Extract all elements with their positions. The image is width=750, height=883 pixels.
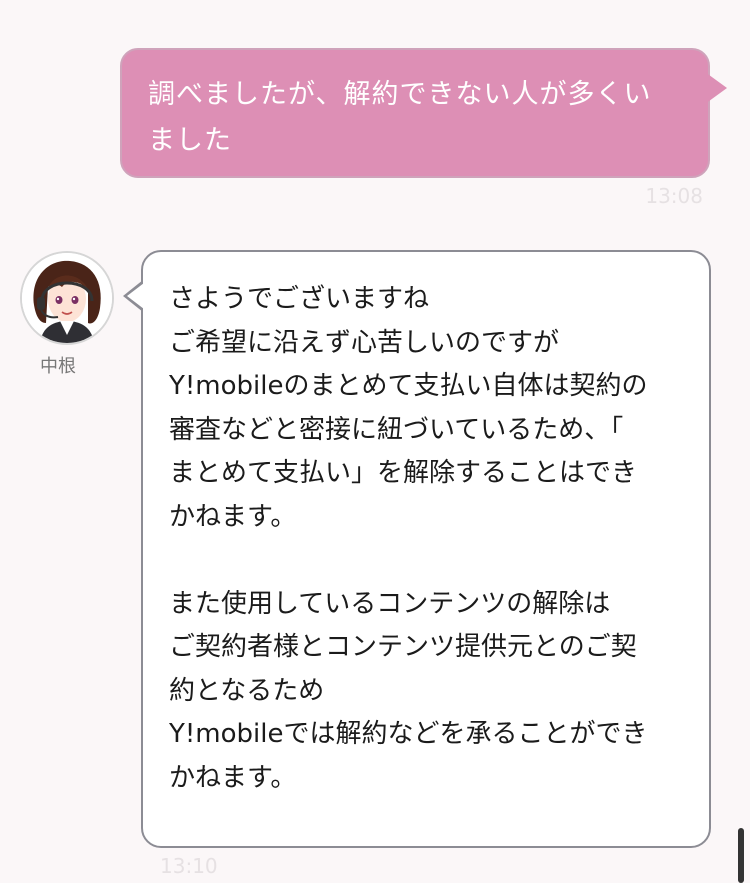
outgoing-message-time: 13:08 bbox=[645, 184, 703, 208]
incoming-message-bubble[interactable]: さようでございますね ご希望に沿えず心苦しいのですが Y!mobileのまとめて… bbox=[141, 250, 711, 848]
chat-view: 調べましたが、解約できない人が多くいました 13:08 中根 さようでございます… bbox=[0, 0, 750, 883]
outgoing-bubble-tail bbox=[705, 72, 727, 104]
outgoing-message-bubble[interactable]: 調べましたが、解約できない人が多くいました bbox=[120, 48, 710, 178]
agent-avatar[interactable] bbox=[20, 251, 114, 345]
incoming-message-paragraph: また使用しているコンテンツの解除は ご契約者様とコンテンツ提供元とのご契 約とな… bbox=[169, 588, 648, 793]
incoming-bubble-tail-fill bbox=[127, 283, 144, 309]
agent-avatar-illustration bbox=[22, 253, 112, 343]
agent-name: 中根 bbox=[40, 356, 76, 377]
scrollbar-thumb[interactable] bbox=[738, 828, 744, 883]
incoming-message-paragraph: さようでございますね ご希望に沿えず心苦しいのですが Y!mobileのまとめて… bbox=[169, 284, 648, 532]
outgoing-message-text: 調べましたが、解約できない人が多くいました bbox=[148, 79, 652, 156]
incoming-message-time: 13:10 bbox=[160, 854, 218, 878]
